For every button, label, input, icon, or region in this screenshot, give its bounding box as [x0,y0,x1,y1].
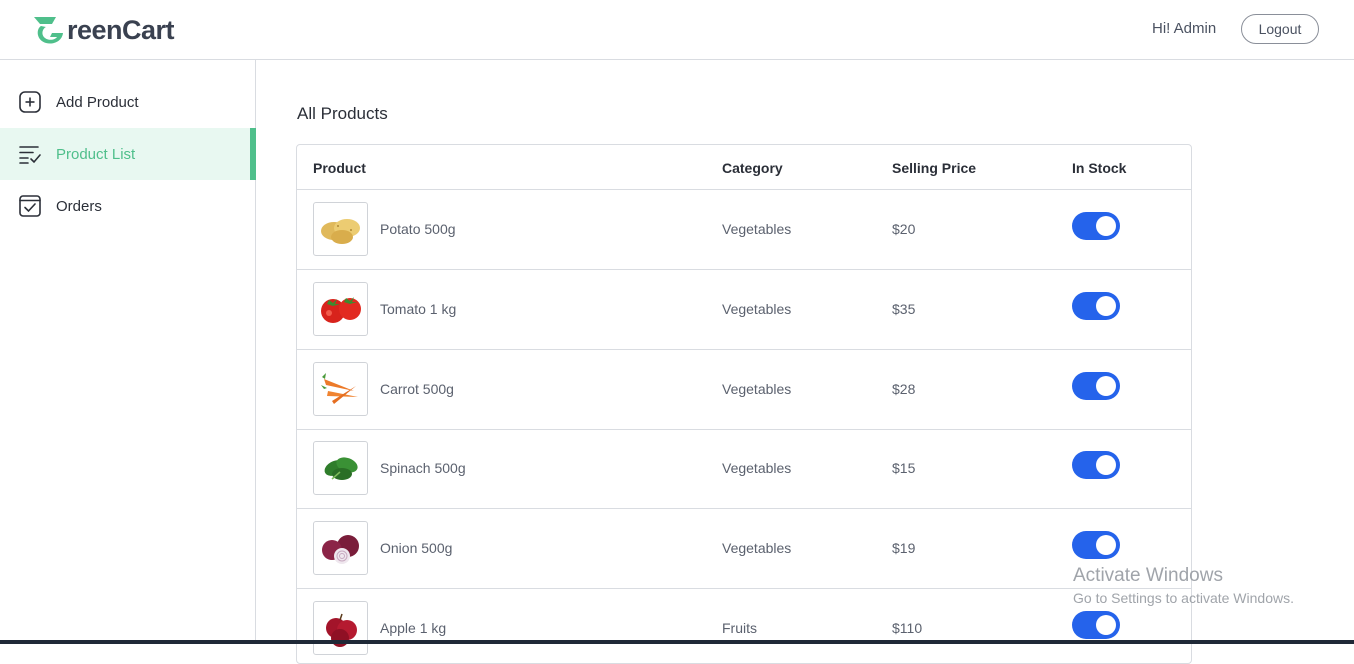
in-stock-toggle[interactable] [1072,531,1120,559]
table-row: Onion 500g Vegetables $19 [297,509,1191,589]
sidebar-item-label: Product List [56,145,136,163]
table-header: Product Category Selling Price In Stock [297,145,1191,190]
product-image [313,441,368,495]
product-price: $110 [892,620,923,636]
column-header-selling-price: Selling Price [892,160,977,176]
activate-windows-subtitle: Go to Settings to activate Windows. [1073,590,1294,606]
table-row: Spinach 500g Vegetables $15 [297,429,1191,509]
sidebar-item-add-product[interactable]: Add Product [0,76,255,128]
logout-button[interactable]: Logout [1241,14,1319,44]
potato-image [320,219,360,244]
in-stock-toggle[interactable] [1072,451,1120,479]
products-table: Product Category Selling Price In Stock … [296,144,1192,664]
product-price: $15 [892,460,916,476]
product-image [313,521,368,575]
product-name: Tomato 1 kg [380,301,457,317]
activate-windows-title: Activate Windows [1073,565,1223,586]
table-row: Carrot 500g Vegetables $28 [297,350,1191,430]
product-category: Vegetables [722,540,792,556]
product-image [313,282,368,336]
toggle-knob [1096,615,1116,635]
logo-g-icon [34,17,63,44]
sidebar-item-label: Add Product [56,93,139,111]
admin-greeting: Hi! Admin [1152,20,1217,37]
carrot-image [320,373,358,404]
in-stock-toggle[interactable] [1072,292,1120,320]
table-row: Apple 1 kg Fruits $110 [297,589,1191,663]
table-row: Tomato 1 kg Vegetables $35 [297,270,1191,350]
logo-text: reenCart [67,14,175,45]
top-bar: reenCart Hi! Admin Logout [0,0,1354,60]
product-price: $19 [892,540,916,556]
toggle-knob [1096,376,1116,396]
toggle-knob [1096,296,1116,316]
product-name: Onion 500g [380,540,453,556]
onion-image [321,535,359,564]
add-square-icon [18,90,42,114]
product-image [313,601,368,655]
product-category: Vegetables [722,381,792,397]
tomato-image [320,297,361,323]
product-category: Vegetables [722,301,792,317]
product-price: $35 [892,301,916,317]
product-category: Vegetables [722,221,792,237]
product-image [313,202,368,256]
spinach-image [324,457,358,480]
in-stock-toggle[interactable] [1072,611,1120,639]
toggle-knob [1096,216,1116,236]
product-name: Carrot 500g [380,381,454,397]
product-name: Spinach 500g [380,460,466,476]
list-check-icon [18,142,42,166]
taskbar-edge [0,640,1354,644]
product-price: $28 [892,381,916,397]
column-header-in-stock: In Stock [1072,160,1127,176]
in-stock-toggle[interactable] [1072,212,1120,240]
sidebar: Add Product Product List Orders [0,60,256,644]
greencart-logo[interactable]: reenCart [32,13,175,47]
toggle-knob [1096,535,1116,555]
product-category: Vegetables [722,460,792,476]
product-name: Apple 1 kg [380,620,447,636]
checkbox-icon [18,194,42,218]
product-name: Potato 500g [380,221,456,237]
sidebar-item-product-list[interactable]: Product List [0,128,256,180]
in-stock-toggle[interactable] [1072,372,1120,400]
product-category: Fruits [722,620,757,636]
column-header-product: Product [313,160,366,176]
product-price: $20 [892,221,916,237]
toggle-knob [1096,455,1116,475]
sidebar-item-orders[interactable]: Orders [0,180,255,232]
sidebar-item-label: Orders [56,197,102,215]
page-title: All Products [297,104,388,123]
table-row: Potato 500g Vegetables $20 [297,190,1191,270]
product-image [313,362,368,416]
column-header-category: Category [722,160,783,176]
